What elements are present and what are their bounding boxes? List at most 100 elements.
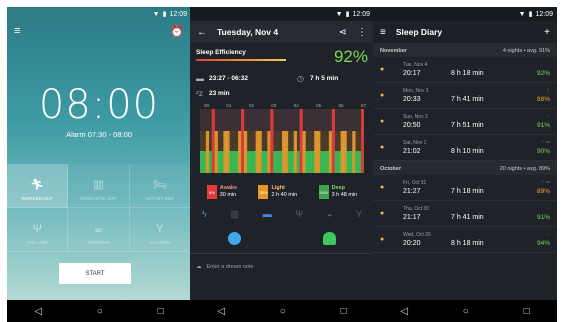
zzz-icon: ᶻz [196, 89, 203, 98]
hypnogram-bar [325, 151, 330, 173]
home-icon[interactable]: ○ [280, 306, 286, 317]
wine-glass-icon: Y [156, 223, 164, 235]
deep-pct: 54% [318, 185, 329, 199]
entry-tags: … [545, 231, 551, 236]
wine-glass-icon[interactable]: Y [356, 209, 362, 220]
page-title: Sleep Diary [395, 27, 443, 37]
wifi-icon: ▼ [335, 10, 343, 18]
battery-icon: ▮ [528, 11, 533, 18]
tag-not-my-bed[interactable]: 🛏︎ NOT MY BED [129, 164, 191, 208]
hypnogram-bar [270, 109, 274, 173]
ghost-icon[interactable] [323, 232, 336, 245]
tag-worked-out[interactable]: 🏃︎ WORKED OUT [7, 164, 69, 208]
entry-duration: 8 h 18 min [451, 240, 484, 247]
alarm-clock-time[interactable]: 08:00 [7, 82, 191, 128]
entry-date: Sun, Nov 2 [403, 114, 428, 120]
dream-note[interactable]: ☁︎ Enter a dream note [190, 253, 374, 270]
hypnogram-bar [314, 131, 318, 173]
alarm-window: Alarm 07:30 - 08:00 [66, 130, 132, 139]
back-arrow-icon[interactable]: ← [197, 27, 207, 38]
diary-entry[interactable]: ● Fri, Oct 31 21:27 7 h 18 min ♀ ▭ 89% [373, 175, 557, 201]
entry-efficiency: 91% [536, 122, 550, 129]
entry-efficiency: 92% [536, 70, 550, 77]
tag-label: NOT MY BED [145, 196, 174, 201]
recent-apps-icon[interactable]: □ [341, 306, 347, 317]
diary-entry[interactable]: ● Wed, Oct 29 20:20 8 h 18 min … 94% [373, 227, 557, 253]
running-icon[interactable]: ϟ [202, 209, 207, 220]
back-icon[interactable]: ◁ [34, 306, 42, 317]
hypnogram-bar [290, 151, 295, 173]
menu-icon[interactable]: ≡ [14, 25, 20, 38]
hypnogram-bar [202, 151, 207, 173]
home-icon[interactable]: ○ [97, 306, 103, 317]
battery-icon: ▮ [345, 11, 350, 18]
hypnogram-bar [331, 109, 336, 173]
diary-entry[interactable]: ● Mon, Nov 3 20:33 7 h 41 min ♀ 88% [373, 83, 557, 109]
hypnogram-bar [340, 131, 344, 173]
hypnogram-bar [226, 131, 230, 173]
back-icon[interactable]: ◁ [217, 306, 225, 317]
entry-date: Sat, Nov 1 [403, 140, 427, 146]
more-options-icon[interactable]: ⋮ [357, 27, 367, 38]
dream-note-input[interactable]: Enter a dream note [207, 264, 254, 270]
hypnogram-bar [241, 109, 245, 173]
entry-time: 20:33 [403, 96, 421, 103]
legend-awake: 8% Awake 30 min [206, 185, 238, 199]
entry-time: 20:50 [403, 122, 421, 129]
sleep-efficiency: Sleep Efficiency 92% [190, 43, 374, 71]
happy-face-icon[interactable] [228, 232, 241, 245]
entry-time: 21:27 [403, 188, 421, 195]
tag-stressful-day[interactable]: ▥ STRESSFUL DAY [68, 164, 130, 208]
alarm-screen: ▼ ▮ 12:09 ≡ ⏰ 08:00 Alarm 07:30 - 08:00 … [7, 7, 191, 322]
status-bar: ▼ ▮ 12:09 [373, 7, 557, 21]
hypnogram-bar [258, 131, 262, 173]
awake-pct: 8% [206, 185, 217, 199]
share-icon[interactable]: ⋖ [339, 27, 347, 38]
coffee-cup-icon[interactable]: ◒ [327, 209, 332, 220]
diary-entry[interactable]: ● Thu, Oct 30 21:17 7 h 41 min … 91% [373, 201, 557, 227]
entry-efficiency: 88% [536, 96, 550, 103]
home-icon[interactable]: ○ [463, 306, 469, 317]
tick-label: 07 [360, 103, 366, 108]
entry-efficiency: 89% [536, 188, 550, 195]
bed-icon[interactable]: ▬ [263, 209, 272, 220]
recent-apps-icon[interactable]: □ [158, 306, 164, 317]
entry-efficiency: 90% [536, 148, 550, 155]
month-header: October 20 nights • avg. 89% [373, 161, 557, 175]
sleep-tags-grid: 🏃︎ WORKED OUT ▥ STRESSFUL DAY 🛏︎ NOT MY … [7, 164, 191, 252]
start-button[interactable]: START [59, 263, 131, 284]
entry-time: 20:20 [403, 240, 421, 247]
tag-caffeine[interactable]: ☕︎ CAFFEINE [68, 208, 130, 252]
hypnogram-bar [243, 131, 248, 173]
add-icon[interactable]: + [544, 27, 550, 38]
menu-icon[interactable]: ≡ [380, 27, 386, 38]
back-icon[interactable]: ◁ [400, 306, 408, 317]
diary-entry[interactable]: ● Tue, Nov 4 20:17 8 h 18 min 92% [373, 57, 557, 83]
hypnogram-bar [238, 131, 242, 173]
tag-alcohol[interactable]: Y ALCOHOL [129, 208, 191, 252]
recent-apps-icon[interactable]: □ [524, 306, 530, 317]
chart-icon[interactable]: ▥ [230, 209, 239, 220]
diary-entry[interactable]: ● Sun, Nov 2 20:50 7 h 51 min … 91% [373, 109, 557, 135]
month-summary: 4 nights • avg. 91% [502, 48, 550, 54]
diary-entry[interactable]: ● Sat, Nov 1 21:02 8 h 10 min ♂ ▭ 90% [373, 135, 557, 161]
wifi-icon: ▼ [518, 10, 526, 18]
light-pct: 38% [258, 185, 269, 199]
alarm-clock-icon[interactable]: ⏰ [170, 25, 184, 38]
tick-label: 03 [271, 103, 277, 108]
hypnogram-bar [200, 151, 204, 173]
running-icon: 🏃︎ [30, 179, 45, 191]
mood-row [190, 232, 374, 245]
awake-label: Awake [219, 185, 238, 191]
latency: 23 min [209, 90, 230, 97]
entry-tags: ♂ ▭ [541, 139, 550, 144]
fork-knife-icon[interactable]: Ψ [296, 209, 304, 220]
tag-ate-late[interactable]: Ψ ATE LATE [7, 208, 69, 252]
hypnogram-bar [229, 151, 233, 173]
entry-duration: 7 h 41 min [451, 96, 484, 103]
hypnogram-bar [246, 151, 251, 173]
hypnogram-bar [305, 151, 309, 173]
hypnogram-bar [255, 131, 259, 173]
status-time: 12:09 [169, 10, 187, 18]
nav-bar: ◁ ○ □ [190, 300, 374, 322]
